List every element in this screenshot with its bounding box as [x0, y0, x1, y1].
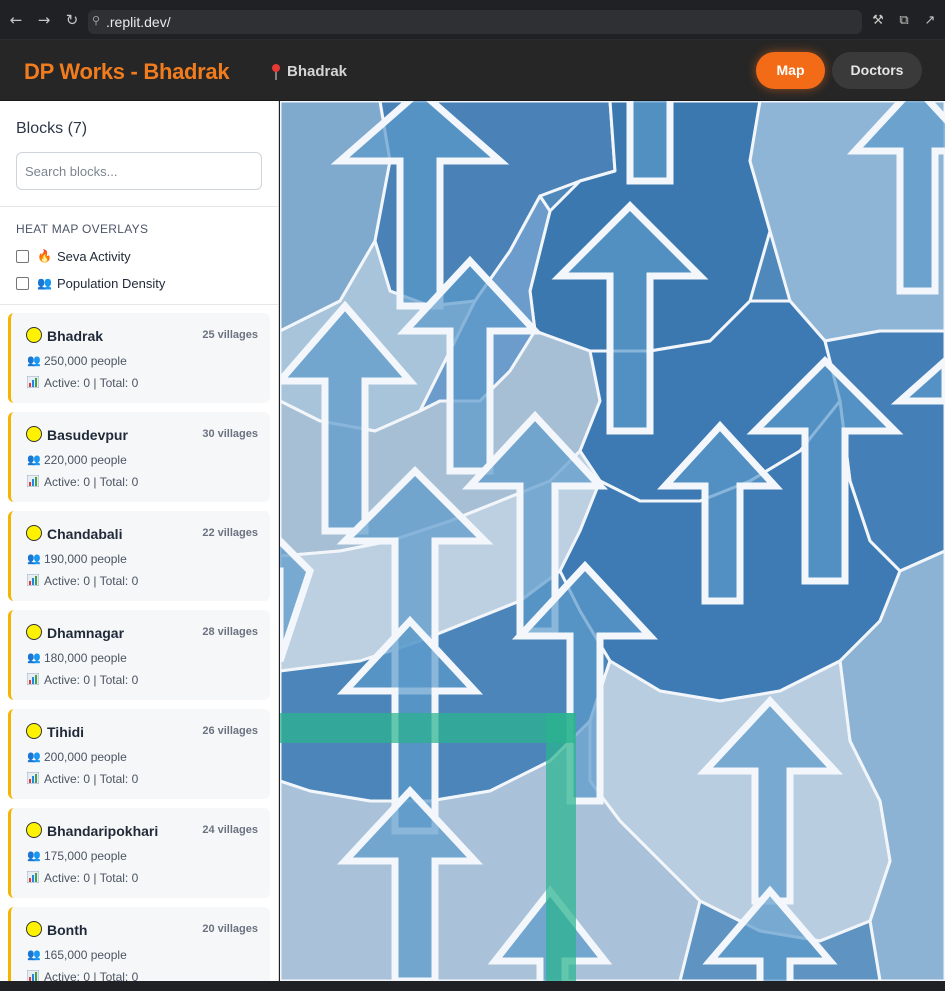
map-tab-button[interactable]: Map — [756, 52, 825, 89]
bar-chart-icon — [27, 574, 39, 586]
seva-stats: Active: 0 | Total: 0 — [44, 970, 139, 981]
village-count: 30 villages — [202, 428, 258, 440]
population: 200,000 people — [44, 750, 127, 764]
block-card-tihidi[interactable]: Tihidi 26 villages 👥 200,000 people Acti… — [8, 709, 270, 799]
overlay-seva-activity[interactable]: 🔥 Seva Activity — [16, 247, 131, 265]
seva-stats: Active: 0 | Total: 0 — [44, 475, 139, 489]
block-card-chandabali[interactable]: Chandabali 22 villages 👥 190,000 people … — [8, 511, 270, 601]
block-marker-icon — [26, 822, 42, 838]
location-label: Bhadrak — [287, 63, 348, 80]
seva-stats: Active: 0 | Total: 0 — [44, 673, 139, 687]
block-marker-icon — [26, 426, 42, 442]
app-header: DP Works - Bhadrak Bhadrak Map Doctors — [0, 40, 945, 101]
village-count: 25 villages — [202, 329, 258, 341]
block-marker-icon — [26, 921, 42, 937]
block-card-bonth[interactable]: Bonth 20 villages 👥 165,000 people Activ… — [8, 907, 270, 981]
bar-chart-icon — [27, 376, 39, 388]
seva-stats: Active: 0 | Total: 0 — [44, 574, 139, 588]
wrench-icon[interactable]: ⚒ — [870, 13, 886, 29]
block-marker-icon — [26, 327, 42, 343]
population: 175,000 people — [44, 849, 127, 863]
people-icon: 👥 — [37, 276, 52, 290]
block-card-basudevpur[interactable]: Basudevpur 30 villages 👥 220,000 people … — [8, 412, 270, 502]
app-title: DP Works - Bhadrak — [24, 59, 230, 84]
bar-chart-icon — [27, 475, 39, 487]
seva-stats: Active: 0 | Total: 0 — [44, 871, 139, 885]
people-icon: 👥 — [27, 453, 41, 466]
people-icon: 👥 — [27, 651, 41, 664]
open-external-icon[interactable]: ↗ — [922, 13, 938, 29]
population: 220,000 people — [44, 453, 127, 467]
population: 250,000 people — [44, 354, 127, 368]
fire-icon: 🔥 — [37, 249, 52, 263]
doctors-tab-button[interactable]: Doctors — [832, 52, 922, 89]
reload-icon[interactable]: ↻ — [62, 10, 82, 30]
block-card-bhandaripokhari[interactable]: Bhandaripokhari 24 villages 👥 175,000 pe… — [8, 808, 270, 898]
blocks-heading: Blocks (7) — [16, 120, 88, 137]
map-canvas[interactable] — [280, 101, 945, 981]
population: 190,000 people — [44, 552, 127, 566]
window-bottom-edge — [0, 981, 945, 991]
block-name: Dhamnagar — [47, 625, 125, 641]
people-icon: 👥 — [27, 552, 41, 565]
block-card-dhamnagar[interactable]: Dhamnagar 28 villages 👥 180,000 people A… — [8, 610, 270, 700]
district-map[interactable] — [280, 101, 945, 981]
url-text[interactable]: .replit.dev/ — [106, 14, 171, 30]
population: 165,000 people — [44, 948, 127, 962]
forward-icon[interactable]: → — [34, 10, 54, 30]
population: 180,000 people — [44, 651, 127, 665]
bar-chart-icon — [27, 673, 39, 685]
sidebar: Blocks (7) HEAT MAP OVERLAYS 🔥 Seva Acti… — [0, 101, 279, 981]
divider — [0, 304, 278, 305]
people-icon: 👥 — [27, 948, 41, 961]
search-blocks-input[interactable] — [16, 152, 262, 190]
overlay-label: Seva Activity — [56, 248, 131, 264]
block-name: Bhandaripokhari — [47, 823, 159, 839]
block-marker-icon — [26, 525, 42, 541]
overlays-heading: HEAT MAP OVERLAYS — [16, 222, 149, 236]
people-icon: 👥 — [27, 354, 41, 367]
people-icon: 👥 — [27, 750, 41, 763]
seva-stats: Active: 0 | Total: 0 — [44, 772, 139, 786]
block-name: Basudevpur — [47, 427, 128, 443]
block-name: Bonth — [47, 922, 88, 938]
seva-activity-checkbox[interactable] — [16, 249, 29, 263]
village-count: 22 villages — [202, 527, 258, 539]
bar-chart-icon — [27, 871, 39, 883]
block-name: Bhadrak — [47, 328, 104, 344]
block-card-bhadrak[interactable]: Bhadrak 25 villages 👥 250,000 people Act… — [8, 313, 270, 403]
block-marker-icon — [26, 723, 42, 739]
devices-icon[interactable]: ⧉ — [896, 13, 912, 29]
address-bar[interactable]: ⚲ .replit.dev/ — [88, 10, 862, 34]
bar-chart-icon — [27, 970, 39, 981]
block-name: Tihidi — [47, 724, 85, 740]
population-density-checkbox[interactable] — [16, 276, 29, 290]
people-icon: 👥 — [27, 849, 41, 862]
village-count: 24 villages — [202, 824, 258, 836]
village-count: 20 villages — [202, 923, 258, 935]
block-name: Chandabali — [47, 526, 123, 542]
seva-stats: Active: 0 | Total: 0 — [44, 376, 139, 390]
browser-toolbar: ← → ↻ ⚲ .replit.dev/ ⚒ ⧉ ↗ — [0, 0, 945, 40]
location-pin-icon — [272, 64, 280, 80]
divider — [0, 206, 278, 207]
bar-chart-icon — [27, 772, 39, 784]
site-info-icon[interactable]: ⚲ — [92, 14, 106, 28]
back-icon[interactable]: ← — [6, 10, 26, 30]
block-marker-icon — [26, 624, 42, 640]
overlay-label: Population Density — [56, 275, 166, 291]
village-count: 26 villages — [202, 725, 258, 737]
village-count: 28 villages — [202, 626, 258, 638]
overlay-population-density[interactable]: 👥 Population Density — [16, 274, 165, 292]
